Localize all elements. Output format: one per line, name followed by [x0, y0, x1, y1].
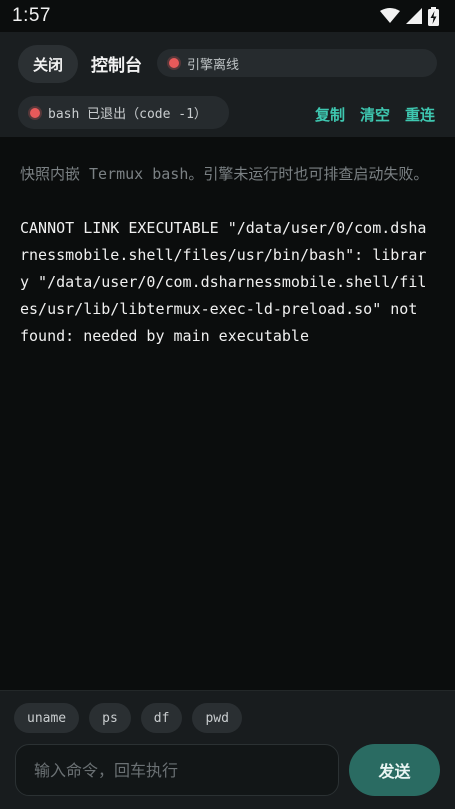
terminal-hint: 快照内嵌 Termux bash。引擎未运行时也可排查启动失败。 [20, 165, 429, 183]
session-status-badge: bash 已退出（code -1） [18, 96, 229, 129]
quick-command-ps[interactable]: ps [89, 703, 131, 733]
console-header: 关闭 控制台 引擎离线 bash 已退出（code -1） 复制 清空 重连 [0, 32, 455, 137]
engine-status-dot [169, 58, 179, 68]
quick-command-pwd[interactable]: pwd [192, 703, 242, 733]
send-button[interactable]: 发送 [349, 744, 440, 796]
status-icons [380, 6, 439, 26]
wifi-icon [380, 8, 400, 24]
copy-button[interactable]: 复制 [315, 104, 345, 125]
status-bar: 1:57 [0, 0, 455, 32]
command-panel: uname ps df pwd 发送 [0, 690, 455, 809]
status-time: 1:57 [12, 5, 51, 26]
command-input[interactable] [15, 744, 339, 796]
quick-command-uname[interactable]: uname [14, 703, 80, 733]
battery-charging-icon [428, 6, 439, 26]
page-title: 控制台 [91, 56, 142, 76]
clear-button[interactable]: 清空 [360, 104, 390, 125]
quick-commands: uname ps df pwd [14, 703, 242, 733]
reconnect-button[interactable]: 重连 [405, 104, 435, 125]
terminal-output: CANNOT LINK EXECUTABLE "/data/user/0/com… [20, 219, 427, 345]
engine-status-badge: 引擎离线 [157, 49, 437, 77]
engine-status-text: 引擎离线 [187, 57, 240, 73]
session-status-dot [30, 107, 40, 118]
console-actions: 复制 清空 重连 [315, 104, 435, 125]
close-button[interactable]: 关闭 [18, 45, 78, 83]
terminal-output-area[interactable]: 快照内嵌 Termux bash。引擎未运行时也可排查启动失败。 CANNOT … [0, 137, 455, 690]
session-status-text: bash 已退出（code -1） [48, 107, 207, 122]
signal-icon [406, 8, 422, 24]
quick-command-df[interactable]: df [140, 703, 183, 733]
